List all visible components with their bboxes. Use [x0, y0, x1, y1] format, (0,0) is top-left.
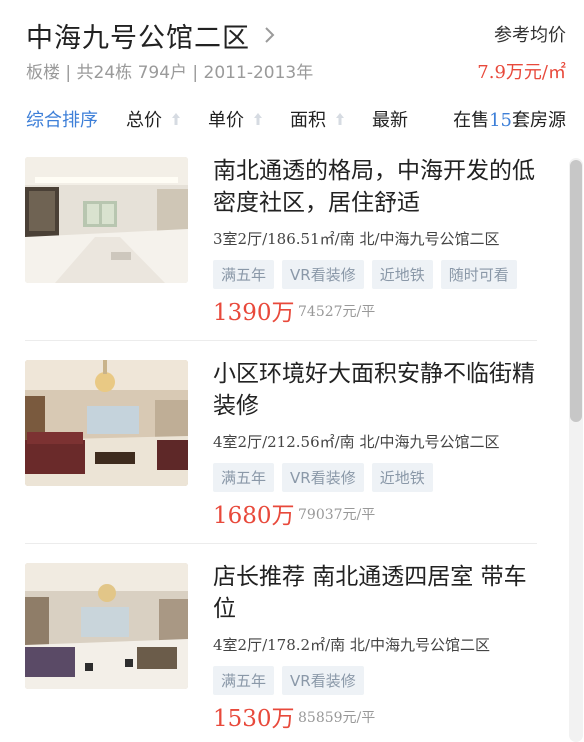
listing-desc: 4室2厅/178.2㎡/南 北/中海九号公馆二区 [213, 636, 490, 654]
sort-bar: 综合排序 总价 单价 面积 最新 在售15套房源 [0, 96, 584, 142]
listing-tags: 满五年 VR看装修 近地铁 [213, 463, 441, 492]
sort-unit-price[interactable]: 单价 [208, 106, 263, 132]
tag: 满五年 [213, 463, 275, 492]
tag: VR看装修 [282, 463, 364, 492]
listing-unit-price: 79037元/平 [298, 507, 376, 523]
listing-unit-price: 85859元/平 [298, 710, 376, 726]
scrollbar-thumb[interactable] [570, 160, 582, 422]
onsale-number: 15 [489, 110, 512, 131]
listing-card[interactable]: 南北通透的格局，中海开发的低密度社区，居住舒适 3室2厅/186.51㎡/南 北… [0, 157, 560, 347]
chevron-right-icon[interactable] [262, 24, 278, 46]
tag: 随时可看 [440, 260, 517, 289]
sort-area-label: 面积 [290, 110, 326, 131]
listing-desc: 4室2厅/212.56㎡/南 北/中海九号公馆二区 [213, 433, 500, 451]
sort-arrow-icon [254, 113, 262, 125]
tag: 满五年 [213, 260, 275, 289]
listing-price: 1680万 [213, 503, 295, 529]
tag: 满五年 [213, 666, 275, 695]
sort-arrow-icon [336, 113, 344, 125]
sort-total-price[interactable]: 总价 [126, 106, 181, 132]
tag: 近地铁 [371, 260, 433, 289]
tag: 近地铁 [371, 463, 433, 492]
avg-price-value: 7.9万元/㎡ [477, 62, 566, 83]
listing-desc: 3室2厅/186.51㎡/南 北/中海九号公馆二区 [213, 230, 500, 248]
onsale-suffix: 套房源 [512, 110, 566, 131]
listing-tags: 满五年 VR看装修 [213, 666, 372, 695]
community-title[interactable]: 中海九号公馆二区 [26, 16, 250, 55]
listing-title: 南北通透的格局，中海开发的低密度社区，居住舒适 [213, 158, 535, 216]
sort-area[interactable]: 面积 [290, 106, 345, 132]
listing-title: 小区环境好大面积安静不临街精装修 [213, 361, 535, 419]
tag: VR看装修 [282, 260, 364, 289]
listing-title: 店长推荐 南北通透四居室 带车位 [213, 564, 527, 622]
sort-arrow-icon [172, 113, 180, 125]
listing-photo[interactable] [25, 360, 188, 486]
divider [25, 340, 537, 341]
listing-card[interactable]: 小区环境好大面积安静不临街精装修 4室2厅/212.56㎡/南 北/中海九号公馆… [0, 360, 560, 550]
sort-newest[interactable]: 最新 [372, 106, 408, 132]
divider [25, 543, 537, 544]
community-header: 中海九号公馆二区 板楼 | 共24栋 794户 | 2011-2013年 参考均… [0, 0, 584, 92]
avg-price-label: 参考均价 [494, 25, 566, 46]
listing-card[interactable]: 店长推荐 南北通透四居室 带车位 4室2厅/178.2㎡/南 北/中海九号公馆二… [0, 563, 560, 742]
sort-default[interactable]: 综合排序 [26, 106, 98, 132]
onsale-count: 在售15套房源 [453, 106, 566, 132]
sort-default-label: 综合排序 [26, 110, 98, 131]
sort-newest-label: 最新 [372, 110, 408, 131]
sort-unit-price-label: 单价 [208, 110, 244, 131]
listing-photo[interactable] [25, 563, 188, 689]
community-meta: 板楼 | 共24栋 794户 | 2011-2013年 [26, 63, 314, 83]
tag: VR看装修 [282, 666, 364, 695]
listing-price: 1390万 [213, 300, 295, 326]
sort-total-price-label: 总价 [126, 110, 162, 131]
listing-tags: 满五年 VR看装修 近地铁 随时可看 [213, 260, 525, 289]
onsale-prefix: 在售 [453, 110, 490, 131]
listing-photo[interactable] [25, 157, 188, 283]
listing-unit-price: 74527元/平 [298, 304, 376, 320]
listing-price: 1530万 [213, 706, 295, 732]
